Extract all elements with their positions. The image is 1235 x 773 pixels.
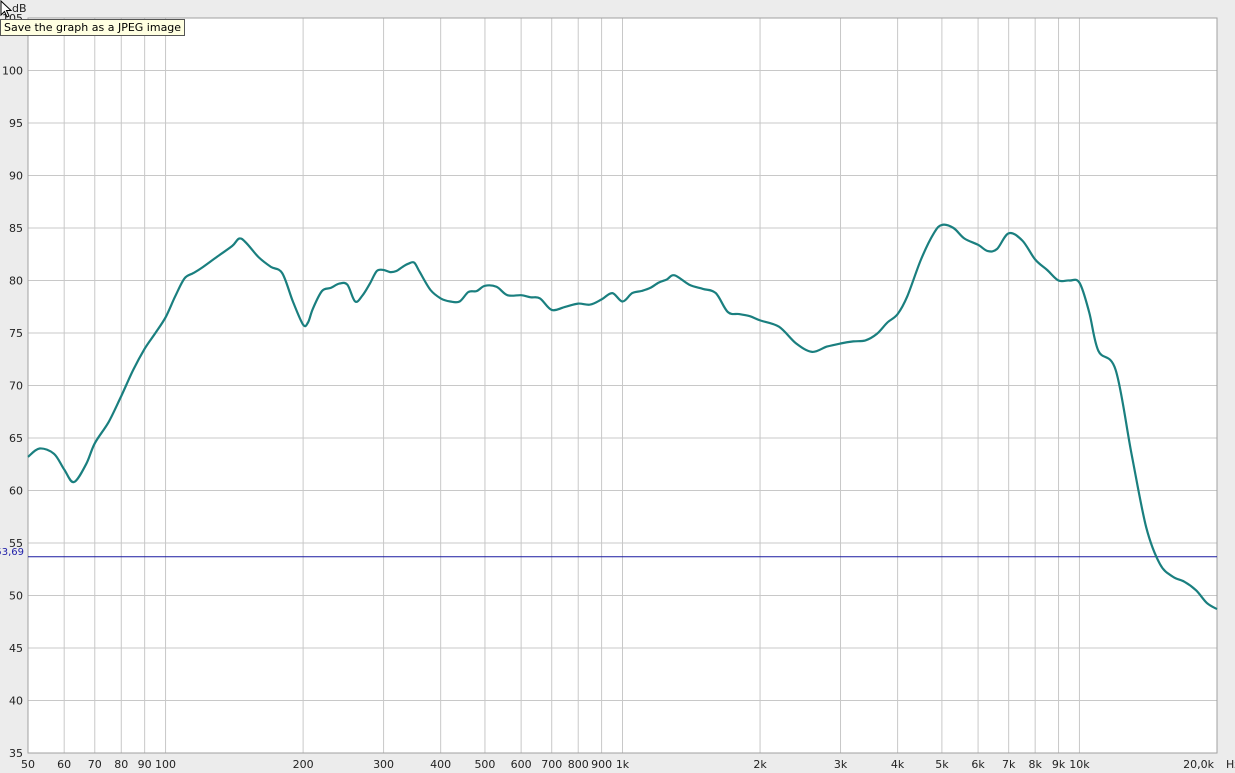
frequency-response-chart: 35404550556065707580859095100105dB506070… [0, 0, 1235, 773]
x-tick-label: 400 [430, 758, 451, 771]
x-tick-label: 800 [568, 758, 589, 771]
x-tick-label: 300 [373, 758, 394, 771]
y-tick-label: 70 [9, 380, 23, 393]
x-tick-label: 20,0k [1183, 758, 1214, 771]
x-tick-label: 50 [21, 758, 35, 771]
x-tick-label: 5k [935, 758, 949, 771]
y-tick-label: 80 [9, 275, 23, 288]
y-tick-label: 90 [9, 170, 23, 183]
x-tick-label: 200 [293, 758, 314, 771]
x-tick-label: 70 [88, 758, 102, 771]
x-tick-label: 100 [155, 758, 176, 771]
x-tick-label: 10k [1069, 758, 1090, 771]
x-tick-label: 1k [616, 758, 630, 771]
x-tick-label: 90 [138, 758, 152, 771]
x-tick-label: 2k [753, 758, 767, 771]
reference-line-label: 53,69 [0, 547, 24, 558]
x-tick-label: 600 [511, 758, 532, 771]
x-tick-label: 4k [891, 758, 905, 771]
x-tick-label: 60 [57, 758, 71, 771]
x-tick-label: 80 [114, 758, 128, 771]
y-axis-unit-label: dB [12, 2, 27, 15]
y-tick-label: 65 [9, 432, 23, 445]
x-tick-label: 900 [591, 758, 612, 771]
x-tick-label: 3k [834, 758, 848, 771]
y-tick-label: 100 [2, 65, 23, 78]
mouse-cursor-icon [0, 0, 12, 18]
y-tick-label: 95 [9, 117, 23, 130]
x-tick-label: 6k [971, 758, 985, 771]
y-tick-label: 75 [9, 327, 23, 340]
y-tick-label: 50 [9, 590, 23, 603]
y-tick-label: 60 [9, 485, 23, 498]
x-tick-label: 8k [1028, 758, 1042, 771]
x-tick-label: 500 [474, 758, 495, 771]
chart-svg: 35404550556065707580859095100105dB506070… [0, 0, 1235, 773]
tooltip: Save the graph as a JPEG image [0, 19, 186, 36]
x-tick-label: 700 [541, 758, 562, 771]
y-tick-label: 85 [9, 222, 23, 235]
x-tick-label: 9k [1052, 758, 1066, 771]
y-tick-label: 40 [9, 695, 23, 708]
y-tick-label: 45 [9, 642, 23, 655]
x-tick-label: 7k [1002, 758, 1016, 771]
x-axis-unit-label: Hz [1226, 758, 1235, 771]
